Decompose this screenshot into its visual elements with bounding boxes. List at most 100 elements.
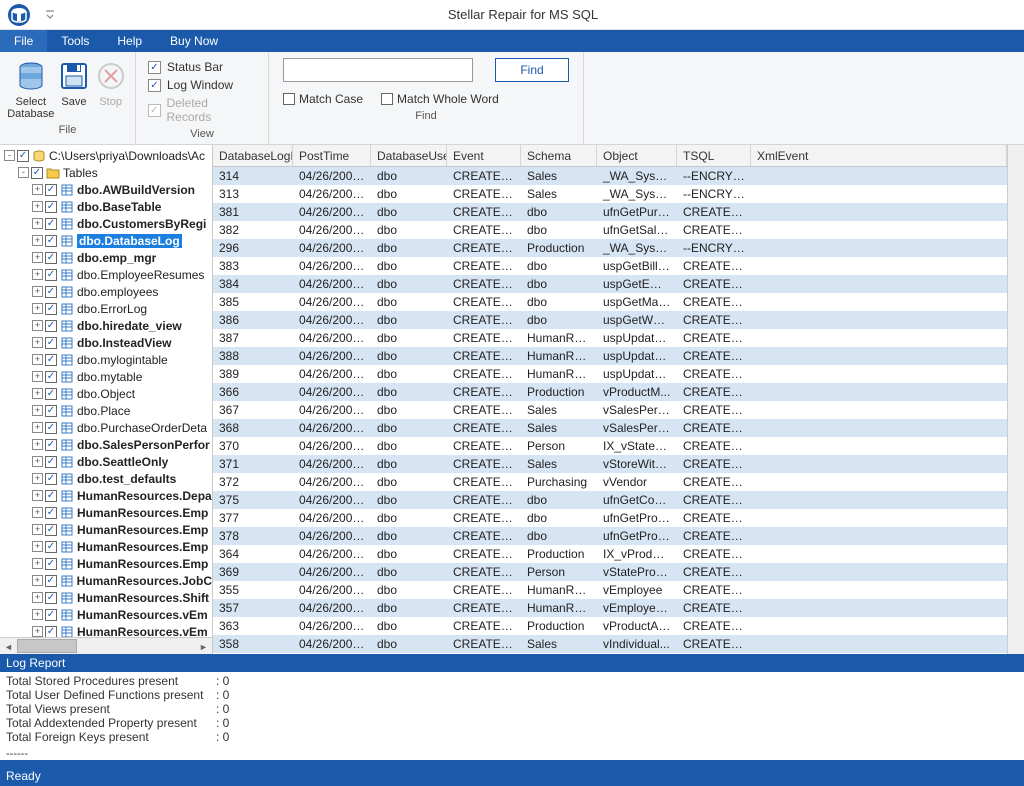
tree-node[interactable]: +✓dbo.hiredate_view: [0, 317, 212, 334]
table-row[interactable]: 37004/26/2006...dboCREATE_IN...PersonIX_…: [213, 437, 1007, 455]
expand-icon[interactable]: +: [32, 269, 43, 280]
tree-node[interactable]: +✓dbo.test_defaults: [0, 470, 212, 487]
checkbox-icon[interactable]: ✓: [45, 541, 57, 553]
expand-icon[interactable]: +: [32, 524, 43, 535]
checkbox-icon[interactable]: ✓: [45, 218, 57, 230]
expand-icon[interactable]: +: [32, 439, 43, 450]
checkbox-icon[interactable]: ✓: [45, 558, 57, 570]
tree-node[interactable]: +✓dbo.SalesPersonPerfor: [0, 436, 212, 453]
table-row[interactable]: 35804/26/2006...dboCREATE_VIE...SalesvIn…: [213, 635, 1007, 653]
expand-icon[interactable]: +: [32, 354, 43, 365]
expand-icon[interactable]: +: [32, 473, 43, 484]
table-row[interactable]: 35704/26/2006...dboCREATE_VIE...HumanRes…: [213, 599, 1007, 617]
table-row[interactable]: 37704/26/2006...dboCREATE_FU...dboufnGet…: [213, 509, 1007, 527]
tree-node[interactable]: +✓HumanResources.Emp: [0, 538, 212, 555]
checkbox-icon[interactable]: ✓: [45, 320, 57, 332]
tree-node[interactable]: +✓dbo.mylogintable: [0, 351, 212, 368]
checkbox-icon[interactable]: ✓: [31, 167, 43, 179]
checkbox-icon[interactable]: ✓: [45, 405, 57, 417]
expand-icon[interactable]: +: [32, 252, 43, 263]
find-input[interactable]: [283, 58, 473, 82]
tree-node[interactable]: -✓C:\Users\priya\Downloads\Ac: [0, 147, 212, 164]
grid-body[interactable]: 31404/26/2006...dboCREATE_ST...Sales_WA_…: [213, 167, 1007, 654]
checkbox-icon[interactable]: ✓: [45, 388, 57, 400]
column-header[interactable]: DatabaseLogID: [213, 145, 293, 166]
scroll-left-arrow-icon[interactable]: ◄: [0, 638, 17, 655]
expand-icon[interactable]: +: [32, 592, 43, 603]
table-row[interactable]: 38604/26/2006...dboCREATE_PR...dbouspGet…: [213, 311, 1007, 329]
checkbox-icon[interactable]: ✓: [45, 235, 57, 247]
expand-icon[interactable]: +: [32, 371, 43, 382]
expand-icon[interactable]: +: [32, 456, 43, 467]
table-row[interactable]: 37104/26/2006...dboCREATE_VIE...SalesvSt…: [213, 455, 1007, 473]
table-row[interactable]: 36404/26/2006...dboCREATE_IN...Productio…: [213, 545, 1007, 563]
menu-buy-now[interactable]: Buy Now: [156, 30, 232, 52]
tree-node[interactable]: +✓dbo.PurchaseOrderDeta: [0, 419, 212, 436]
checkbox-icon[interactable]: ✓: [45, 609, 57, 621]
tree-node[interactable]: +✓HumanResources.Emp: [0, 504, 212, 521]
column-header[interactable]: Schema: [521, 145, 597, 166]
column-header[interactable]: TSQL: [677, 145, 751, 166]
table-row[interactable]: 35904/26/2006...dboCREATE_VIE...SalesvIn…: [213, 653, 1007, 654]
tree-node[interactable]: +✓dbo.DatabaseLog: [0, 232, 212, 249]
tree-node[interactable]: +✓HumanResources.vEm: [0, 623, 212, 637]
column-header[interactable]: Object: [597, 145, 677, 166]
tree-node[interactable]: +✓dbo.Object: [0, 385, 212, 402]
checkbox-icon[interactable]: ✓: [45, 456, 57, 468]
expand-icon[interactable]: +: [32, 184, 43, 195]
checkbox-icon[interactable]: ✓: [45, 201, 57, 213]
tree-node[interactable]: +✓dbo.ErrorLog: [0, 300, 212, 317]
tree-scroll[interactable]: -✓C:\Users\priya\Downloads\Ac-✓Tables +✓d…: [0, 145, 212, 637]
expand-icon[interactable]: +: [32, 405, 43, 416]
tree-node[interactable]: +✓dbo.Place: [0, 402, 212, 419]
expand-icon[interactable]: +: [32, 337, 43, 348]
scrollbar-thumb[interactable]: [17, 639, 77, 653]
tree-horizontal-scrollbar[interactable]: ◄ ►: [0, 637, 212, 654]
tree-node[interactable]: +✓HumanResources.Shift: [0, 589, 212, 606]
table-row[interactable]: 38904/26/2006...dboCREATE_PR...HumanRes.…: [213, 365, 1007, 383]
tree-node[interactable]: +✓dbo.EmployeeResumes: [0, 266, 212, 283]
tree-node[interactable]: +✓dbo.InsteadView: [0, 334, 212, 351]
table-row[interactable]: 37204/26/2006...dboCREATE_VIE...Purchasi…: [213, 473, 1007, 491]
table-row[interactable]: 38804/26/2006...dboCREATE_PR...HumanRes.…: [213, 347, 1007, 365]
expand-icon[interactable]: +: [32, 558, 43, 569]
checkbox-icon[interactable]: ✓: [45, 184, 57, 196]
expand-icon[interactable]: +: [32, 320, 43, 331]
expand-icon[interactable]: +: [32, 218, 43, 229]
expand-icon[interactable]: +: [32, 626, 43, 637]
expand-icon[interactable]: +: [32, 303, 43, 314]
expand-icon[interactable]: +: [32, 422, 43, 433]
expand-icon[interactable]: +: [32, 541, 43, 552]
tree-node[interactable]: +✓dbo.emp_mgr: [0, 249, 212, 266]
tree-node[interactable]: +✓HumanResources.Depa: [0, 487, 212, 504]
table-row[interactable]: 38104/26/2006...dboCREATE_FU...dboufnGet…: [213, 203, 1007, 221]
table-row[interactable]: 37804/26/2006...dboCREATE_FU...dboufnGet…: [213, 527, 1007, 545]
table-row[interactable]: 31304/26/2006...dboCREATE_ST...Sales_WA_…: [213, 185, 1007, 203]
table-row[interactable]: 38204/26/2006...dboCREATE_FU...dboufnGet…: [213, 221, 1007, 239]
table-row[interactable]: 38404/26/2006...dboCREATE_PR...dbouspGet…: [213, 275, 1007, 293]
expand-icon[interactable]: +: [32, 201, 43, 212]
expand-icon[interactable]: +: [32, 609, 43, 620]
column-header[interactable]: DatabaseUser: [371, 145, 447, 166]
checkbox-icon[interactable]: ✓: [45, 337, 57, 349]
checkbox-icon[interactable]: ✓: [45, 371, 57, 383]
grid-vertical-scrollbar[interactable]: [1007, 145, 1024, 654]
table-row[interactable]: 38304/26/2006...dboCREATE_PR...dbouspGet…: [213, 257, 1007, 275]
column-header[interactable]: PostTime: [293, 145, 371, 166]
table-row[interactable]: 38704/26/2006...dboCREATE_PR...HumanRes.…: [213, 329, 1007, 347]
checkbox-icon[interactable]: ✓: [45, 592, 57, 604]
scroll-right-arrow-icon[interactable]: ►: [195, 638, 212, 655]
table-row[interactable]: 29604/26/2006...dboCREATE_ST...Productio…: [213, 239, 1007, 257]
tree-node[interactable]: +✓HumanResources.Emp: [0, 555, 212, 572]
checkbox-icon[interactable]: ✓: [45, 286, 57, 298]
match-whole-word-toggle[interactable]: Match Whole Word: [381, 92, 499, 106]
tree-node[interactable]: +✓dbo.BaseTable: [0, 198, 212, 215]
checkbox-icon[interactable]: ✓: [45, 473, 57, 485]
column-header[interactable]: XmlEvent: [751, 145, 1007, 166]
tree-node[interactable]: +✓dbo.SeattleOnly: [0, 453, 212, 470]
tree-node[interactable]: -✓Tables: [0, 164, 212, 181]
log-window-toggle[interactable]: ✓ Log Window: [148, 78, 252, 92]
table-row[interactable]: 36704/26/2006...dboCREATE_VIE...SalesvSa…: [213, 401, 1007, 419]
tree-node[interactable]: +✓HumanResources.vEm: [0, 606, 212, 623]
table-row[interactable]: 38504/26/2006...dboCREATE_PR...dbouspGet…: [213, 293, 1007, 311]
